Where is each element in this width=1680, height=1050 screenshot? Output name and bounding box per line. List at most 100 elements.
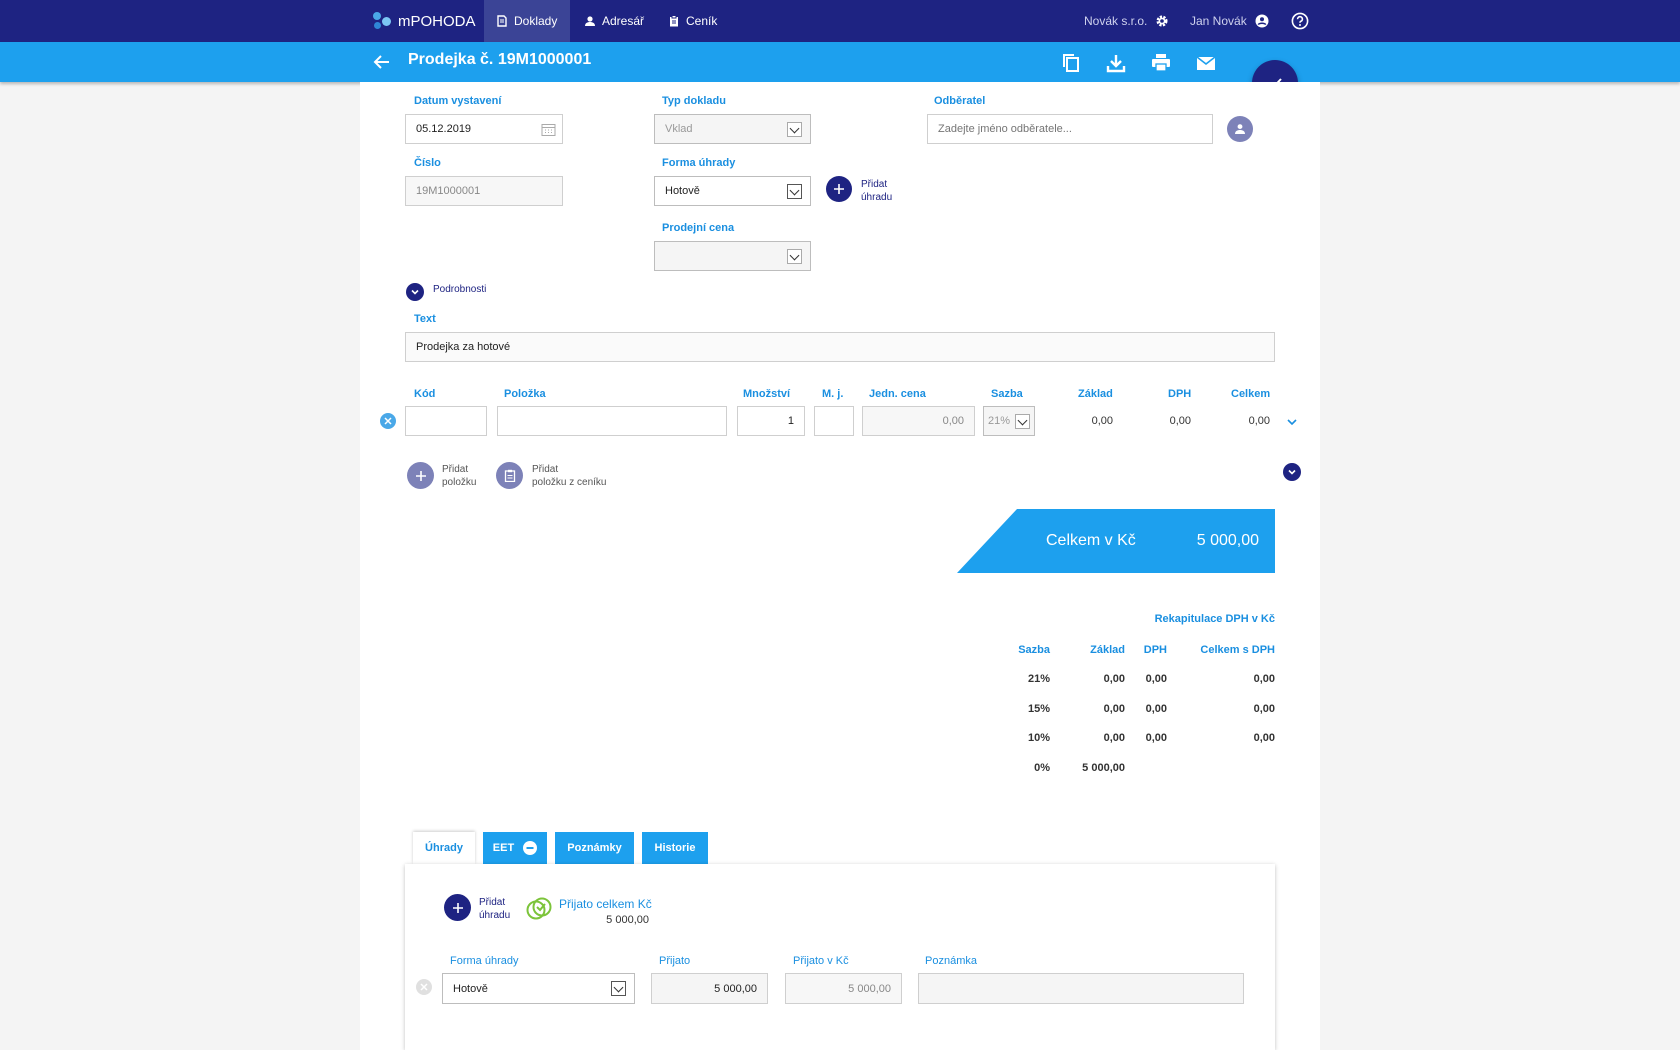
col-unit-price: Jedn. cena: [869, 388, 926, 400]
col-qty: Množství: [743, 388, 791, 400]
add-payment-label[interactable]: Přidat úhradu: [861, 178, 892, 204]
chevron-down-icon: [787, 249, 802, 264]
col-vat: DPH: [1168, 388, 1192, 400]
user-name: Jan Novák: [1190, 14, 1247, 28]
nav-tab-doklady[interactable]: Doklady: [484, 0, 570, 42]
item-total: 0,00: [1248, 415, 1270, 427]
app-logo[interactable]: mPOHODA: [372, 0, 476, 42]
minus-circle-icon: [523, 841, 538, 855]
calendar-icon[interactable]: [541, 123, 556, 136]
chevron-down-icon: [787, 122, 802, 137]
item-unit-input[interactable]: [814, 406, 854, 436]
add-item-from-pricelist-label[interactable]: Přidat položku z ceníku: [532, 463, 607, 489]
total-value: 5 000,00: [1196, 532, 1259, 549]
gear-icon[interactable]: [1155, 14, 1169, 28]
arrow-back-icon[interactable]: [372, 52, 392, 72]
app-name: mPOHODA: [398, 12, 476, 30]
chevron-down-icon[interactable]: [1286, 416, 1298, 428]
payment-row-method-select[interactable]: Hotově: [442, 973, 635, 1004]
copy-icon[interactable]: [1060, 52, 1082, 74]
payment-row-note-input[interactable]: [918, 973, 1244, 1004]
remove-payment-button[interactable]: [416, 979, 432, 995]
vat-col-rate: Sazba: [1018, 644, 1050, 656]
clipboard-icon: [670, 15, 678, 27]
doctype-select: Vklad: [654, 114, 811, 144]
help-icon[interactable]: [1291, 12, 1309, 30]
pay-col-received-czk: Přijato v Kč: [793, 955, 849, 967]
payment-method-value: Hotově: [665, 185, 700, 197]
email-icon[interactable]: [1195, 52, 1217, 74]
print-icon[interactable]: [1150, 52, 1172, 74]
pay-col-method: Forma úhrady: [450, 955, 519, 967]
close-icon: [420, 983, 428, 991]
received-total-label: Přijato celkem Kč: [559, 897, 652, 911]
col-total: Celkem: [1231, 388, 1271, 400]
company-selector[interactable]: Novák s.r.o.: [1084, 0, 1169, 42]
nav-tab-adresar[interactable]: Adresář: [572, 0, 656, 42]
number-label: Číslo: [414, 157, 441, 169]
chevron-down-icon: [611, 981, 626, 996]
date-label: Datum vystavení: [414, 95, 502, 107]
nav-tab-label: Ceník: [686, 14, 718, 28]
download-icon[interactable]: [1105, 52, 1127, 74]
select-customer-button[interactable]: [1227, 116, 1253, 142]
number-value: 19M1000001: [416, 185, 481, 197]
add-item-button[interactable]: [407, 462, 434, 489]
remove-row-button[interactable]: [380, 413, 396, 429]
item-code-input[interactable]: [405, 406, 487, 436]
text-value: Prodejka za hotové: [416, 341, 511, 353]
pay-col-received: Přijato: [659, 955, 691, 967]
tab-poznamky[interactable]: Poznámky: [555, 832, 634, 864]
text-label: Text: [414, 313, 436, 325]
payment-row-received-input[interactable]: 5 000,00: [651, 973, 768, 1004]
details-label[interactable]: Podrobnosti: [433, 283, 486, 296]
received-total-value: 5 000,00: [606, 914, 649, 926]
col-code: Kód: [414, 388, 436, 400]
person-icon: [585, 16, 595, 26]
tab-eet[interactable]: EET: [483, 832, 547, 864]
add-payment-row-label[interactable]: Přidat úhradu: [479, 896, 510, 922]
item-unit-price-input[interactable]: 0,00: [862, 406, 975, 436]
chevron-down-icon: [411, 289, 419, 295]
doctype-value: Vklad: [665, 123, 693, 135]
pay-col-note: Poznámka: [925, 955, 977, 967]
top-navigation-bar: mPOHODA Doklady Adresář Ceník Novák s.r.…: [0, 0, 1680, 42]
tab-uhrady[interactable]: Úhrady: [413, 832, 475, 864]
customer-label: Odběratel: [934, 95, 986, 107]
person-icon: [1235, 124, 1245, 134]
add-item-from-pricelist-button[interactable]: [496, 462, 523, 489]
col-item: Položka: [504, 388, 546, 400]
nav-tab-label: Doklady: [514, 14, 558, 28]
documents-icon: [497, 15, 507, 27]
date-field[interactable]: 05.12.2019: [405, 114, 563, 144]
details-toggle-button[interactable]: [406, 283, 424, 301]
item-qty-input[interactable]: 1: [737, 406, 805, 436]
pohoda-logo-icon: [372, 11, 392, 31]
close-icon: [384, 417, 392, 425]
chevron-down-icon: [787, 184, 802, 199]
col-unit: M. j.: [822, 388, 844, 400]
add-item-label[interactable]: Přidat položku: [442, 463, 476, 489]
user-menu[interactable]: Jan Novák: [1190, 0, 1269, 42]
item-name-input[interactable]: [497, 406, 727, 436]
items-expand-button[interactable]: [1283, 463, 1301, 481]
vat-recap-title: Rekapitulace DPH v Kč: [1154, 613, 1275, 625]
item-vat: 0,00: [1169, 415, 1191, 427]
chevron-down-icon: [1015, 414, 1030, 429]
col-base: Základ: [1078, 388, 1113, 400]
clipboard-icon: [504, 469, 515, 482]
vat-col-base: Základ: [1090, 644, 1125, 656]
tab-historie[interactable]: Historie: [642, 832, 708, 864]
item-base: 0,00: [1091, 415, 1113, 427]
sale-price-select: [654, 241, 811, 271]
item-rate-select[interactable]: 21%: [983, 406, 1035, 436]
col-rate: Sazba: [991, 388, 1023, 400]
customer-input[interactable]: [927, 114, 1213, 144]
add-payment-row-button[interactable]: [444, 894, 471, 921]
payment-row-received-czk: 5 000,00: [785, 973, 902, 1004]
payment-method-select[interactable]: Hotově: [654, 176, 811, 206]
account-icon: [1255, 14, 1269, 28]
text-field[interactable]: Prodejka za hotové: [405, 332, 1275, 362]
nav-tab-cenik[interactable]: Ceník: [656, 0, 729, 42]
add-payment-button[interactable]: [826, 176, 852, 202]
